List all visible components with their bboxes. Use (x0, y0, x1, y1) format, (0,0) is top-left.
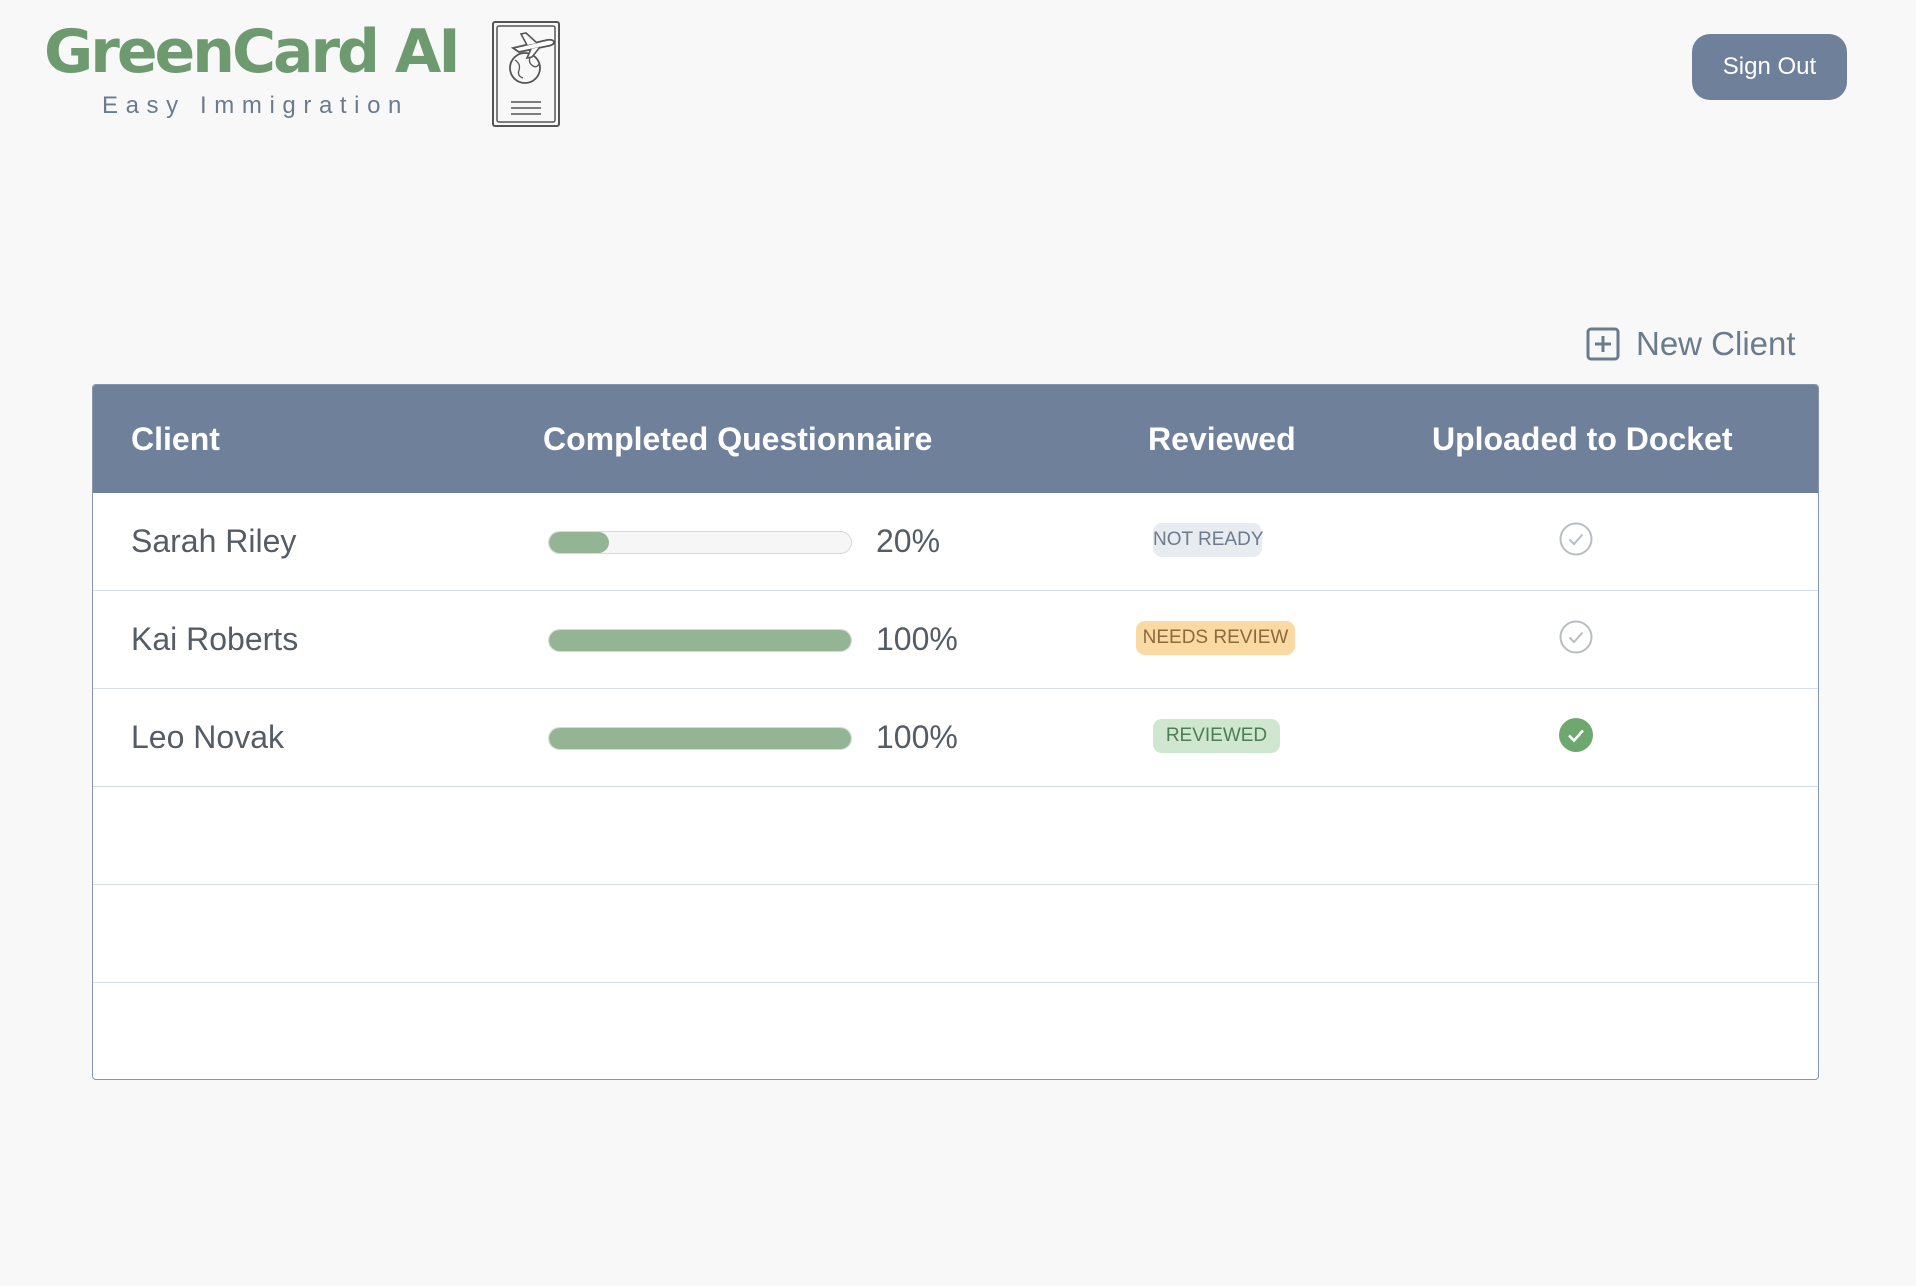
logo-title: GreenCard AI (44, 17, 461, 87)
table-row[interactable]: Leo Novak 100% REVIEWED (93, 689, 1818, 787)
client-name[interactable]: Sarah Riley (131, 493, 296, 590)
questionnaire-progress-bar (548, 727, 852, 750)
questionnaire-progress-bar (548, 531, 852, 554)
passport-icon (492, 21, 560, 127)
column-header-questionnaire[interactable]: Completed Questionnaire (543, 385, 932, 493)
plus-square-icon (1586, 327, 1620, 361)
column-header-reviewed[interactable]: Reviewed (1148, 385, 1296, 493)
column-header-uploaded[interactable]: Uploaded to Docket (1432, 385, 1732, 493)
app-header: GreenCard AI Easy Immigration Sign Out (0, 0, 1916, 140)
empty-row (93, 983, 1818, 1079)
logo-tagline: Easy Immigration (102, 92, 409, 119)
progress-percent: 20% (876, 523, 941, 559)
table-header: Client Completed Questionnaire Reviewed … (93, 385, 1818, 493)
check-circle-outline-icon[interactable] (1558, 619, 1594, 655)
client-name[interactable]: Kai Roberts (131, 591, 298, 688)
client-name[interactable]: Leo Novak (131, 689, 284, 786)
brand-logo[interactable]: GreenCard AI Easy Immigration (44, 18, 464, 128)
progress-fill (549, 630, 851, 651)
progress-percent: 100% (876, 621, 958, 657)
check-circle-outline-icon[interactable] (1558, 521, 1594, 557)
column-header-client[interactable]: Client (131, 385, 220, 493)
table-row[interactable]: Sarah Riley 20% NOT READY (93, 493, 1818, 591)
empty-row (93, 787, 1818, 885)
status-badge: REVIEWED (1153, 719, 1280, 753)
new-client-label: New Client (1636, 325, 1796, 362)
sign-out-button[interactable]: Sign Out (1692, 34, 1847, 100)
status-badge: NOT READY (1153, 523, 1264, 557)
table-row[interactable]: Kai Roberts 100% NEEDS REVIEW (93, 591, 1818, 689)
status-badge: NEEDS REVIEW (1136, 621, 1295, 655)
progress-fill (549, 728, 851, 749)
new-client-button[interactable]: New Client (1586, 320, 1796, 368)
questionnaire-progress-bar (548, 629, 852, 652)
check-circle-filled-icon[interactable] (1558, 717, 1594, 753)
progress-percent: 100% (876, 719, 958, 755)
empty-row (93, 885, 1818, 983)
progress-fill (549, 532, 610, 553)
clients-table: Client Completed Questionnaire Reviewed … (92, 384, 1819, 1080)
